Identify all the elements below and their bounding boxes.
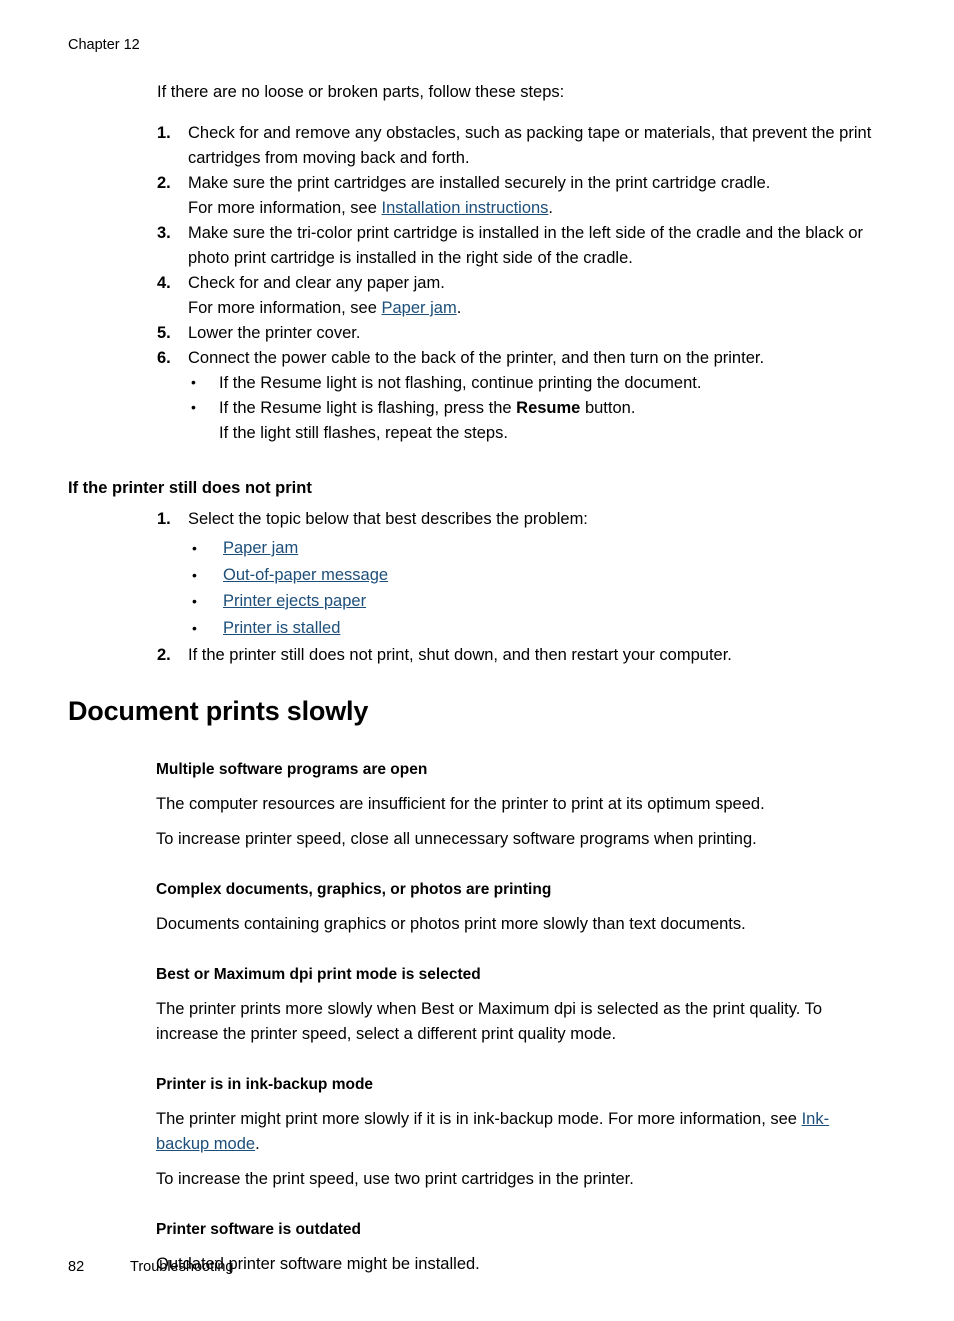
bullet-item: • If the Resume light is flashing, press… <box>191 396 872 446</box>
subheading-complex-documents: Complex documents, graphics, or photos a… <box>156 881 552 898</box>
footer-section-name: Troubleshooting <box>130 1259 234 1275</box>
step-text: Select the topic below that best describ… <box>188 510 588 528</box>
subheading-multiple-software-programs: Multiple software programs are open <box>156 761 428 778</box>
page-content: If there are no loose or broken parts, f… <box>0 80 954 1277</box>
step-crossref-line: For more information, see Paper jam. <box>188 296 872 321</box>
link-out-of-paper-message[interactable]: Out-of-paper message <box>223 566 388 584</box>
subsection-paragraph: To increase the print speed, use two pri… <box>156 1170 634 1188</box>
bullet-followup-text: If the light still flashes, repeat the s… <box>219 424 508 442</box>
step-item-6: 6. Connect the power cable to the back o… <box>157 346 872 446</box>
bullet-item: • If the Resume light is not flashing, c… <box>191 371 872 396</box>
bullet-glyph-icon: • <box>191 374 196 390</box>
bullet-text-prefix: If the Resume light is flashing, press t… <box>219 399 517 417</box>
link-paper-jam[interactable]: Paper jam <box>223 539 298 557</box>
step-number: 2. <box>157 174 171 192</box>
step-item-2: 2. Make sure the print cartridges are in… <box>157 171 872 221</box>
subsection-paragraph: The printer prints more slowly when Best… <box>156 1000 823 1043</box>
step-6-bullet-list: • If the Resume light is not flashing, c… <box>188 371 872 446</box>
bullet-glyph-icon: • <box>192 540 197 556</box>
subsection-paragraph: Documents containing graphics or photos … <box>156 915 746 933</box>
subsection-paragraph: To increase printer speed, close all unn… <box>156 830 757 848</box>
step-text: If the printer still does not print, shu… <box>188 646 732 664</box>
step-text: Check for and clear any paper jam. <box>188 274 445 292</box>
paragraph-prefix: The printer might print more slowly if i… <box>156 1110 802 1128</box>
step-number: 3. <box>157 224 171 242</box>
step-number: 1. <box>157 124 171 142</box>
link-paper-jam[interactable]: Paper jam <box>382 299 457 317</box>
bullet-glyph-icon: • <box>192 593 197 609</box>
still-not-printing-steps-list: 1. Select the topic below that best desc… <box>0 507 954 668</box>
subheading-ink-backup-mode: Printer is in ink-backup mode <box>156 1076 374 1093</box>
step-item-3: 3. Make sure the tri-color print cartrid… <box>157 221 872 271</box>
step-number: 6. <box>157 349 171 367</box>
step-number: 4. <box>157 274 171 292</box>
step-number: 1. <box>157 510 171 528</box>
bullet-glyph-icon: • <box>191 399 196 415</box>
footer-page-number: 82 <box>68 1259 85 1275</box>
bullet-text: If the Resume light is flashing, press t… <box>219 396 872 421</box>
step-text: Lower the printer cover. <box>188 324 361 342</box>
step-number: 5. <box>157 324 171 342</box>
subheading-printer-software-outdated: Printer software is outdated <box>156 1221 361 1238</box>
list-item: • Printer is stalled <box>192 615 872 642</box>
bullet-text-suffix: button. <box>580 399 636 417</box>
bullet-glyph-icon: • <box>192 566 197 583</box>
intro-paragraph: If there are no loose or broken parts, f… <box>157 83 565 101</box>
subsection-paragraph: The printer might print more slowly if i… <box>156 1107 872 1157</box>
step-text: Check for and remove any obstacles, such… <box>188 124 872 167</box>
topic-link-list: • Paper jam • Out-of-paper message • Pri… <box>188 535 872 641</box>
step-item-1: 1. Check for and remove any obstacles, s… <box>157 121 872 171</box>
step-text: Connect the power cable to the back of t… <box>188 349 765 367</box>
crossref-prefix: For more information, see <box>188 199 382 217</box>
page-title-document-prints-slowly: Document prints slowly <box>68 696 369 726</box>
step-crossref-line: For more information, see Installation i… <box>188 196 872 221</box>
step-text: Make sure the tri-color print cartridge … <box>188 224 864 267</box>
bullet-glyph-icon: • <box>192 619 197 636</box>
crossref-prefix: For more information, see <box>188 299 382 317</box>
step-number: 2. <box>157 646 171 664</box>
troubleshooting-steps-list: 1. Check for and remove any obstacles, s… <box>0 121 954 446</box>
list-item: • Out-of-paper message <box>192 562 872 589</box>
link-installation-instructions[interactable]: Installation instructions <box>382 199 549 217</box>
list-item: • Paper jam <box>192 535 872 562</box>
step-item-2: 2. If the printer still does not print, … <box>157 643 872 668</box>
document-page: Chapter 12 If there are no loose or brok… <box>0 0 954 1321</box>
link-printer-ejects-paper[interactable]: Printer ejects paper <box>223 592 366 610</box>
bullet-text: If the Resume light is not flashing, con… <box>219 374 702 392</box>
crossref-suffix: . <box>456 299 462 317</box>
step-item-5: 5. Lower the printer cover. <box>157 321 872 346</box>
subsection-paragraph: The computer resources are insufficient … <box>156 795 765 813</box>
paragraph-suffix: . <box>255 1135 260 1153</box>
subheading-best-or-maximum-dpi: Best or Maximum dpi print mode is select… <box>156 966 481 983</box>
page-footer: 82 Troubleshooting <box>68 1258 868 1276</box>
chapter-header: Chapter 12 <box>68 37 140 53</box>
resume-button-label: Resume <box>516 399 581 417</box>
list-item: • Printer ejects paper <box>192 588 872 615</box>
step-item-4: 4. Check for and clear any paper jam. Fo… <box>157 271 872 321</box>
crossref-suffix: . <box>548 199 554 217</box>
link-printer-is-stalled[interactable]: Printer is stalled <box>223 619 340 637</box>
step-item-1: 1. Select the topic below that best desc… <box>157 507 872 641</box>
heading-printer-still-does-not-print: If the printer still does not print <box>68 479 312 497</box>
step-text: Make sure the print cartridges are insta… <box>188 174 771 192</box>
